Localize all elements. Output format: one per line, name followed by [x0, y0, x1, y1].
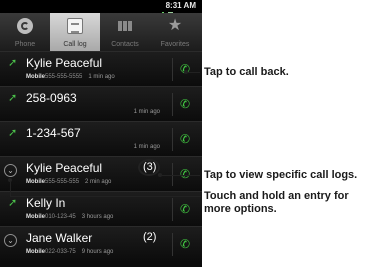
status-time: 8:31 AM [165, 1, 196, 10]
phone-number: 010-123-45 [45, 214, 76, 220]
call-button-icon[interactable]: ✆ [180, 97, 192, 111]
status-bar: 8:31 AM [0, 0, 202, 20]
call-log-entry[interactable]: ➚ 1-234-567 1 min ago ✆ [0, 121, 202, 156]
divider [172, 128, 173, 151]
favorites-icon: ★ [167, 17, 183, 34]
contact-name: Kelly In [26, 196, 66, 210]
tab-label: Phone [14, 41, 36, 48]
phone-screen: 8:31 AM Phone Call log Contacts ★ Favori… [0, 0, 202, 267]
call-time: 9 hours ago [81, 249, 114, 255]
contact-name: Kylie Peaceful [26, 56, 103, 70]
call-time: 1 min ago [88, 74, 115, 80]
number-type: Mobile [26, 74, 45, 80]
divider [172, 58, 173, 81]
call-time: 1 min ago [133, 144, 160, 150]
call-log-entry[interactable]: ➚ 258-0963 1 min ago ✆ [0, 86, 202, 121]
call-button-icon[interactable]: ✆ [180, 167, 192, 181]
expand-icon[interactable]: ⌄ [4, 234, 17, 247]
phone-number: 555-555-5555 [45, 74, 83, 80]
callout-view-logs: Tap to view specific call logs. [204, 169, 358, 181]
entry-details: Mobile555-555-5555 1 min ago [26, 74, 115, 80]
contact-name: 258-0963 [26, 91, 77, 105]
call-time: 3 hours ago [81, 214, 114, 220]
incoming-call-icon: ➚ [8, 92, 18, 104]
tab-label: Call log [63, 41, 87, 48]
divider [172, 93, 173, 116]
contact-name: Kylie Peaceful [26, 161, 103, 175]
callout-text-line: Touch and hold an entry for [204, 190, 349, 202]
contact-name: Jane Walker [26, 231, 93, 245]
contacts-icon [117, 18, 133, 34]
tab-call-log[interactable]: Call log [50, 13, 100, 51]
phone-icon [17, 18, 33, 34]
divider [172, 198, 173, 221]
call-count: (2) [143, 231, 157, 243]
number-type: Mobile [26, 214, 45, 220]
callout-line [162, 175, 200, 176]
call-button-icon[interactable]: ✆ [180, 132, 192, 146]
incoming-call-icon: ➚ [8, 197, 18, 209]
callout-line [188, 72, 200, 73]
tab-phone[interactable]: Phone [0, 13, 50, 51]
divider [172, 233, 173, 256]
tab-label: Favorites [160, 41, 190, 48]
call-log-entry[interactable]: ⌄ Jane Walker (2) Mobile022-033-75 9 hour… [0, 226, 202, 261]
highlight-circle [138, 159, 160, 176]
call-button-icon[interactable]: ✆ [180, 237, 192, 251]
callout-line [10, 182, 201, 197]
callout-call-back: Tap to call back. [204, 66, 289, 78]
tab-bar: Phone Call log Contacts ★ Favorites [0, 13, 202, 51]
expand-icon[interactable]: ⌄ [4, 164, 17, 177]
incoming-call-icon: ➚ [8, 57, 18, 69]
callout-text-line: more options. [204, 203, 277, 215]
phone-number: 022-033-75 [45, 249, 76, 255]
call-log-entry[interactable]: ➚ Kylie Peaceful Mobile555-555-5555 1 min… [0, 51, 202, 86]
call-time: 1 min ago [133, 109, 160, 115]
incoming-call-icon: ➚ [8, 127, 18, 139]
tab-favorites[interactable]: ★ Favorites [150, 13, 200, 51]
signal-icon [152, 2, 164, 20]
call-button-icon[interactable]: ✆ [180, 202, 192, 216]
contact-name: 1-234-567 [26, 126, 81, 140]
callout-hold-entry: Touch and hold an entry for more options… [204, 190, 349, 216]
entry-details: Mobile022-033-75 9 hours ago [26, 249, 113, 255]
tab-label: Contacts [111, 41, 139, 48]
number-type: Mobile [26, 249, 45, 255]
call-log-icon [67, 18, 83, 34]
entry-details: Mobile010-123-45 3 hours ago [26, 214, 113, 220]
tab-contacts[interactable]: Contacts [100, 13, 150, 51]
